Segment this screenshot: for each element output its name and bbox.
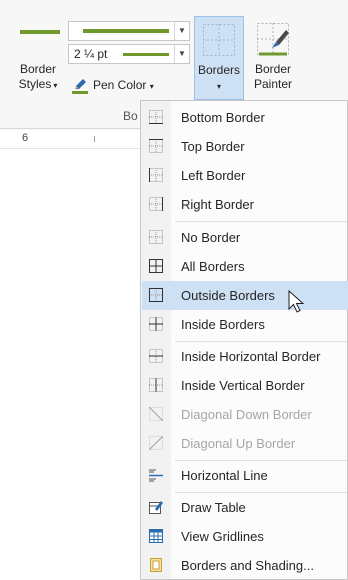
menu-item-horizontal-line[interactable]: Horizontal Line <box>142 461 348 490</box>
ruler-tick <box>94 136 95 142</box>
all-borders-icon <box>149 259 163 273</box>
menu-item-top-border[interactable]: Top Border <box>142 132 348 161</box>
inside-vertical-border-icon <box>149 378 163 392</box>
diagonal-down-border-icon <box>149 407 163 421</box>
menu-item-label: No Border <box>181 230 241 245</box>
chevron-down-icon[interactable]: ▼ <box>174 45 189 63</box>
menu-item-right-border[interactable]: Right Border <box>142 190 348 219</box>
inside-borders-icon <box>149 317 163 331</box>
border-painter-icon <box>257 23 289 56</box>
menu-item-inside-horizontal-border[interactable]: Inside Horizontal Border <box>142 342 348 371</box>
line-style-dropdown[interactable]: ▼ <box>68 21 190 41</box>
menu-item-label: Right Border <box>181 197 254 212</box>
menu-item-left-border[interactable]: Left Border <box>142 161 348 190</box>
top-border-icon <box>149 139 163 153</box>
border-styles-button[interactable]: Border Styles ▾ <box>10 62 66 93</box>
border-styles-icon[interactable] <box>20 30 60 34</box>
menu-item-label: Outside Borders <box>181 288 275 303</box>
left-border-icon <box>149 168 163 182</box>
line-style-preview <box>83 29 169 33</box>
border-painter-button[interactable]: Border Painter <box>248 16 298 100</box>
borders-label: Borders ▾ <box>197 63 241 91</box>
inside-horizontal-border-icon <box>149 349 163 363</box>
borders-button[interactable]: Borders ▾ <box>194 16 244 100</box>
menu-item-label: Bottom Border <box>181 110 265 125</box>
menu-item-bottom-border[interactable]: Bottom Border <box>142 103 348 132</box>
menu-item-draw-table[interactable]: Draw Table <box>142 493 348 522</box>
border-styles-label: Border Styles <box>18 62 57 91</box>
menu-item-label: Inside Borders <box>181 317 265 332</box>
group-label: Bo <box>123 109 138 123</box>
menu-item-label: Left Border <box>181 168 246 183</box>
right-border-icon <box>149 197 163 211</box>
no-border-icon <box>149 230 163 244</box>
menu-item-label: Top Border <box>181 139 245 154</box>
menu-item-label: Draw Table <box>181 500 246 515</box>
borders-and-shading-icon <box>150 558 162 572</box>
line-weight-value: 2 ¼ pt <box>74 47 108 61</box>
menu-item-borders-and-shading[interactable]: Borders and Shading... <box>142 551 348 580</box>
menu-item-label: Borders and Shading... <box>181 558 314 573</box>
menu-item-label: Inside Horizontal Border <box>181 349 321 364</box>
menu-item-label: Horizontal Line <box>181 468 268 483</box>
menu-item-outside-borders[interactable]: Outside Borders <box>142 281 348 310</box>
borders-menu: Bottom Border Top Border Left Border Rig… <box>140 100 348 580</box>
menu-item-diagonal-up-border[interactable]: Diagonal Up Border <box>142 429 348 458</box>
menu-item-view-gridlines[interactable]: View Gridlines <box>142 522 348 551</box>
draw-table-icon <box>149 501 163 514</box>
borders-icon <box>203 24 235 56</box>
mouse-cursor-icon <box>288 290 305 313</box>
line-weight-dropdown[interactable]: 2 ¼ pt ▼ <box>68 44 190 64</box>
border-painter-label: Border Painter <box>253 62 293 91</box>
menu-item-label: Inside Vertical Border <box>181 378 305 393</box>
menu-item-inside-borders[interactable]: Inside Borders <box>142 310 348 339</box>
menu-item-diagonal-down-border[interactable]: Diagonal Down Border <box>142 400 348 429</box>
bottom-border-icon <box>149 110 163 124</box>
menu-item-no-border[interactable]: No Border <box>142 223 348 252</box>
menu-item-inside-vertical-border[interactable]: Inside Vertical Border <box>142 371 348 400</box>
chevron-down-icon: ▾ <box>53 81 58 90</box>
ruler-ticks <box>36 138 120 140</box>
horizontal-line-icon <box>149 469 163 482</box>
pen-color-label: Pen Color ▾ <box>93 78 154 92</box>
menu-item-label: Diagonal Up Border <box>181 436 296 451</box>
pen-icon <box>72 79 88 94</box>
menu-item-label: Diagonal Down Border <box>181 407 312 422</box>
menu-item-label: All Borders <box>181 259 245 274</box>
menu-item-all-borders[interactable]: All Borders <box>142 252 348 281</box>
menu-separator <box>175 221 347 222</box>
menu-item-label: View Gridlines <box>181 529 264 544</box>
diagonal-up-border-icon <box>149 436 163 450</box>
outside-borders-icon <box>149 288 163 302</box>
view-gridlines-icon <box>149 529 163 543</box>
line-weight-preview <box>123 53 169 56</box>
ruler-number: 6 <box>22 132 29 144</box>
chevron-down-icon[interactable]: ▼ <box>174 22 189 40</box>
